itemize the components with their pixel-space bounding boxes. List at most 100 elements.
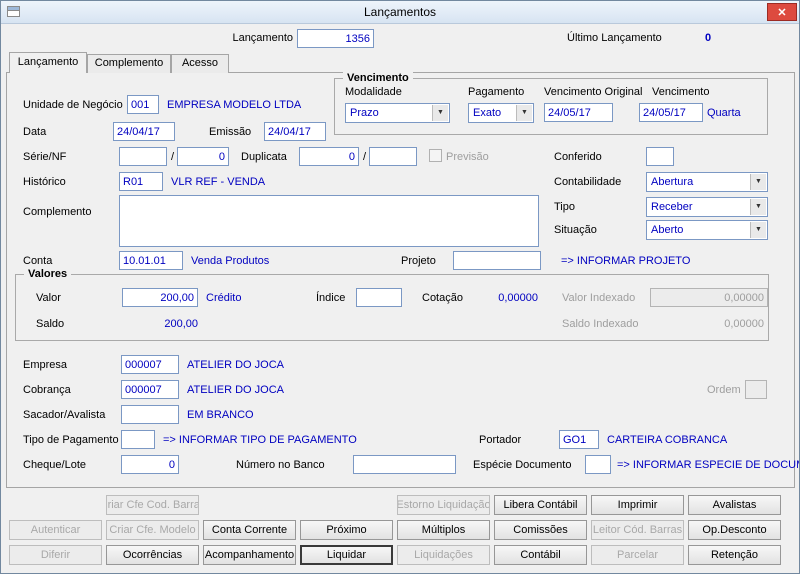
empresa-desc: ATELIER DO JOCA: [187, 359, 284, 371]
situacao-label: Situação: [554, 224, 597, 236]
button-avalistas[interactable]: Avalistas: [688, 495, 781, 515]
situacao-select[interactable]: Aberto ▼: [646, 220, 768, 240]
serie-nf-input[interactable]: [119, 147, 167, 166]
projeto-label: Projeto: [401, 255, 436, 267]
button-multiplos[interactable]: Múltiplos: [397, 520, 490, 540]
tab-lancamento[interactable]: Lançamento: [9, 52, 87, 73]
especie-documento-desc: => INFORMAR ESPECIE DE DOCUM: [617, 459, 800, 471]
conferido-input[interactable]: [646, 147, 674, 166]
conferido-label: Conferido: [554, 151, 602, 163]
button-estorno-liquidacao: Estorno Liquidação: [397, 495, 490, 515]
tipo-pagamento-desc: => INFORMAR TIPO DE PAGAMENTO: [163, 434, 357, 446]
historico-input[interactable]: [119, 172, 163, 191]
contabilidade-select[interactable]: Abertura ▼: [646, 172, 768, 192]
portador-label: Portador: [479, 434, 522, 446]
portador-input[interactable]: [559, 430, 599, 449]
tipo-pagamento-input[interactable]: [121, 430, 155, 449]
vencimento-weekday: Quarta: [707, 107, 741, 119]
complemento-textarea[interactable]: [119, 195, 539, 247]
duplicata-label: Duplicata: [241, 151, 287, 163]
ultimo-lancamento-value: 0: [705, 32, 712, 44]
previsao-label: Previsão: [446, 151, 489, 163]
vencimento-original-input[interactable]: [544, 103, 613, 122]
button-retencao[interactable]: Retenção: [688, 545, 781, 565]
numero-banco-input[interactable]: [353, 455, 456, 474]
historico-desc: VLR REF - VENDA: [171, 176, 266, 188]
window-icon[interactable]: [7, 6, 20, 17]
ordem-label: Ordem: [707, 384, 741, 396]
tab-complemento[interactable]: Complemento: [87, 54, 171, 73]
valor-input[interactable]: [122, 288, 198, 307]
sacador-avalista-input[interactable]: [121, 405, 179, 424]
pagamento-select[interactable]: Exato ▼: [468, 103, 534, 123]
vencimento-group-title: Vencimento: [343, 72, 413, 84]
duplicata-slash: /: [363, 151, 367, 163]
valor-label: Valor: [36, 292, 61, 304]
projeto-input[interactable]: [453, 251, 541, 270]
ordem-input: [745, 380, 767, 399]
tab-acesso[interactable]: Acesso: [171, 54, 229, 73]
duplicata-sub-input[interactable]: [369, 147, 417, 166]
projeto-desc: => INFORMAR PROJETO: [561, 255, 691, 267]
conta-desc: Venda Produtos: [191, 255, 270, 267]
previsao-checkbox: [429, 149, 442, 162]
conta-input[interactable]: [119, 251, 183, 270]
chevron-down-icon: ▼: [750, 222, 766, 238]
tipo-value: Receber: [651, 201, 693, 213]
button-op-desconto[interactable]: Op.Desconto: [688, 520, 781, 540]
data-label: Data: [23, 126, 47, 138]
button-acompanhamento[interactable]: Acompanhamento: [203, 545, 296, 565]
modalidade-select[interactable]: Prazo ▼: [345, 103, 450, 123]
situacao-value: Aberto: [651, 224, 684, 236]
close-button[interactable]: ✕: [767, 3, 797, 21]
button-ocorrencias[interactable]: Ocorrências: [106, 545, 199, 565]
portador-desc: CARTEIRA COBRANCA: [607, 434, 728, 446]
button-leitor-cod-barras: Leitor Cód. Barras: [591, 520, 684, 540]
button-contabil[interactable]: Contábil: [494, 545, 587, 565]
vencimento-input[interactable]: [639, 103, 703, 122]
indice-label: Índice: [316, 292, 346, 304]
tipo-select[interactable]: Receber ▼: [646, 197, 768, 217]
button-comissoes[interactable]: Comissões: [494, 520, 587, 540]
ultimo-lancamento-label: Último Lançamento: [567, 32, 662, 44]
button-diferir: Diferir: [9, 545, 102, 565]
cheque-lote-label: Cheque/Lote: [23, 459, 86, 471]
serie-nf-label: Série/NF: [23, 151, 67, 163]
emissao-input[interactable]: [264, 122, 326, 141]
vencimento-label: Vencimento: [652, 86, 710, 98]
indice-input[interactable]: [356, 288, 402, 307]
button-imprimir[interactable]: Imprimir: [591, 495, 684, 515]
title-bar: Lançamentos ✕: [1, 1, 799, 24]
button-conta-corrente[interactable]: Conta Corrente: [203, 520, 296, 540]
button-liquidar[interactable]: Liquidar: [300, 545, 393, 565]
saldo-indexado-value: 0,00000: [724, 318, 764, 330]
pagamento-value: Exato: [473, 107, 502, 119]
especie-documento-input[interactable]: [585, 455, 611, 474]
valor-indexado-input: [650, 288, 768, 307]
saldo-value: 200,00: [164, 318, 198, 330]
button-libera-contabil[interactable]: Libera Contábil: [494, 495, 587, 515]
button-proximo[interactable]: Próximo: [300, 520, 393, 540]
data-input[interactable]: [113, 122, 175, 141]
contabilidade-value: Abertura: [651, 176, 694, 188]
valores-group-title: Valores: [24, 268, 72, 280]
cobranca-input[interactable]: [121, 380, 179, 399]
duplicata-input[interactable]: [299, 147, 359, 166]
valor-desc: Crédito: [206, 292, 242, 304]
cobranca-label: Cobrança: [23, 384, 71, 396]
unidade-negocio-input[interactable]: [127, 95, 159, 114]
complemento-label: Complemento: [23, 206, 92, 218]
close-icon: ✕: [777, 6, 787, 19]
button-criar-cfe-modelo: Criar Cfe. Modelo: [106, 520, 199, 540]
unidade-negocio-desc: EMPRESA MODELO LTDA: [167, 99, 302, 111]
lancamento-number-input[interactable]: [297, 29, 374, 48]
serie-nf-number-input[interactable]: [177, 147, 229, 166]
empresa-input[interactable]: [121, 355, 179, 374]
vencimento-original-label: Vencimento Original: [544, 86, 643, 98]
serie-nf-slash: /: [171, 151, 175, 163]
contabilidade-label: Contabilidade: [554, 176, 622, 188]
cobranca-desc: ATELIER DO JOCA: [187, 384, 284, 396]
cheque-lote-input[interactable]: [121, 455, 179, 474]
empresa-label: Empresa: [23, 359, 68, 371]
numero-banco-label: Número no Banco: [236, 459, 325, 471]
